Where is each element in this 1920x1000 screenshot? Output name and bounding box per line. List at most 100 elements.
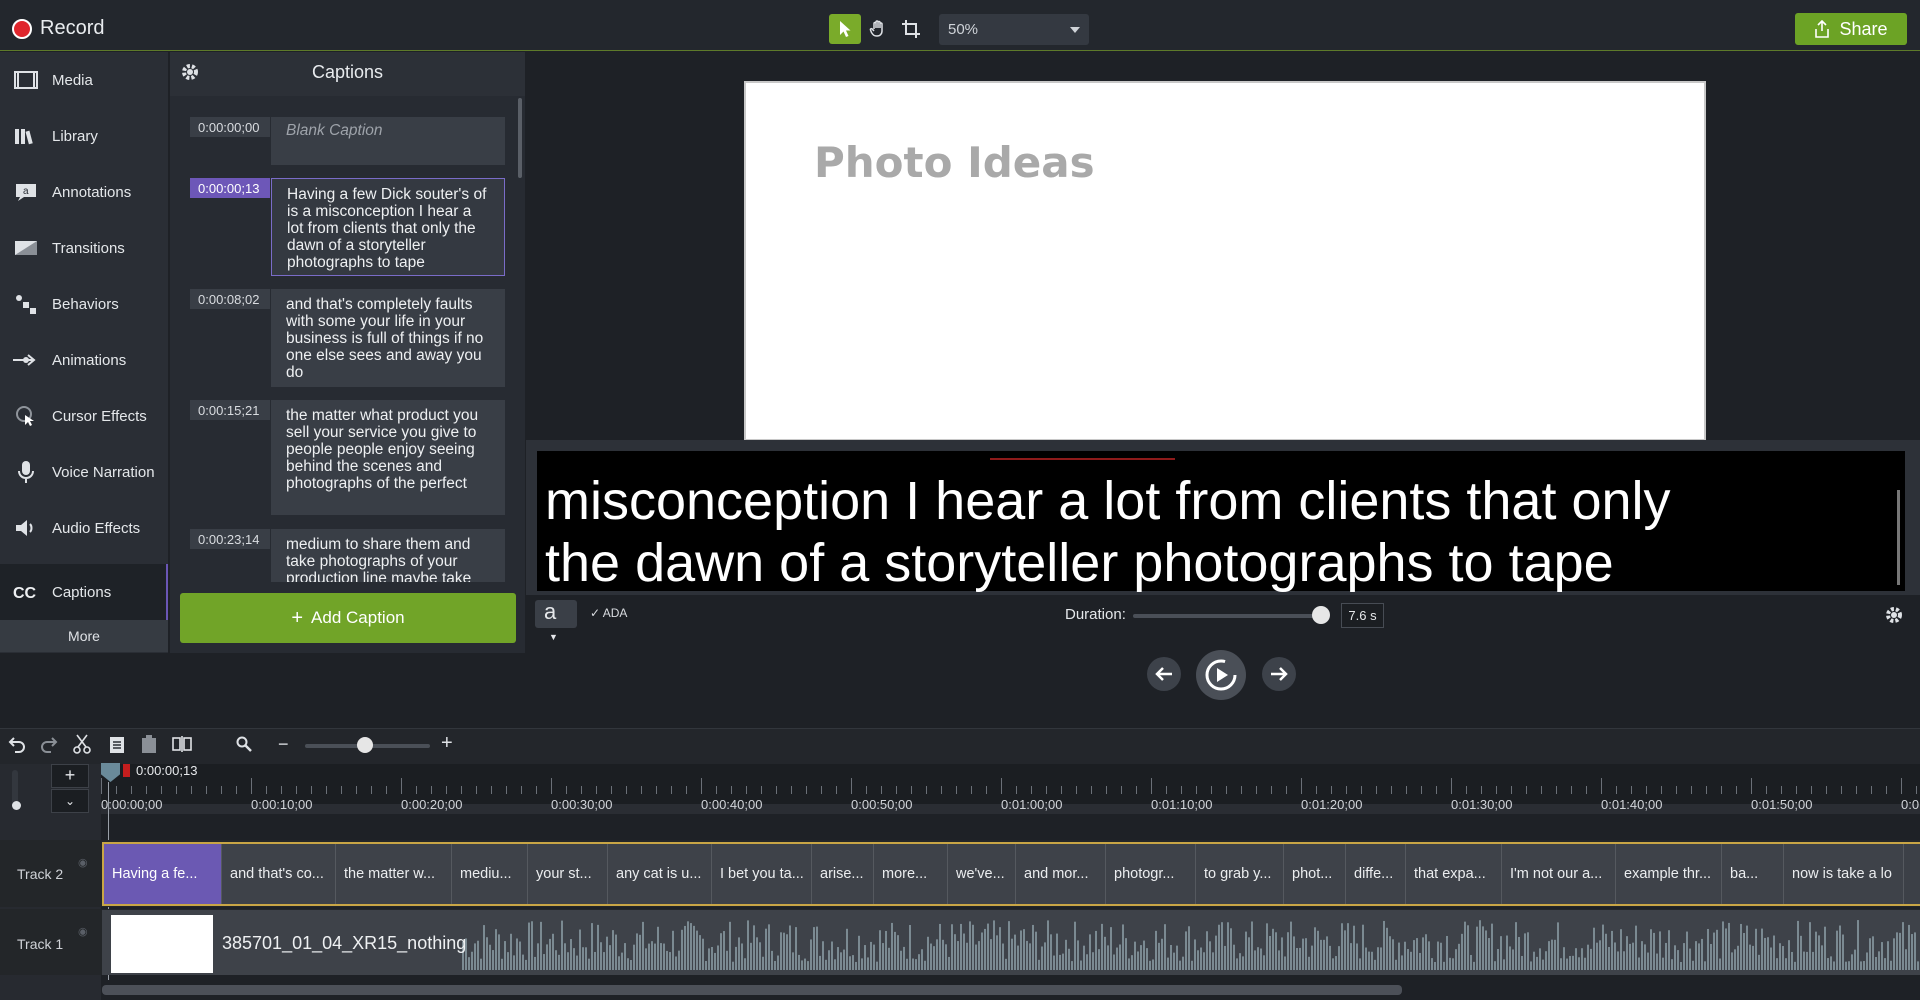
zoom-in-icon[interactable]: +: [441, 732, 453, 755]
caption-clip[interactable]: we've...: [948, 844, 1016, 904]
ada-toggle[interactable]: ✓ ADA: [590, 606, 627, 620]
rail-item-animations[interactable]: Animations: [0, 332, 168, 388]
playhead-indicator: [123, 764, 130, 777]
hand-icon: [869, 20, 883, 37]
caption-clip[interactable]: phot...: [1284, 844, 1346, 904]
pointer-icon: [840, 21, 851, 37]
caption-clip[interactable]: your st...: [528, 844, 608, 904]
film-icon: [14, 71, 38, 89]
caption-text[interactable]: medium to share them and take photograph…: [271, 529, 505, 582]
ruler-label: 0:00:10;00: [251, 797, 313, 812]
rail-label: Voice Narration: [52, 463, 155, 481]
caption-timestamp[interactable]: 0:00:08;02: [190, 289, 270, 309]
duration-slider[interactable]: [1133, 614, 1323, 618]
copy-icon[interactable]: [108, 735, 126, 760]
rail-item-captions[interactable]: CC Captions: [0, 564, 168, 620]
rail-item-voice-narration[interactable]: Voice Narration: [0, 444, 168, 500]
caption-clip[interactable]: photogr...: [1106, 844, 1196, 904]
caption-timestamp[interactable]: 0:00:15;21: [190, 400, 270, 420]
gear-icon[interactable]: [1884, 605, 1904, 630]
undo-icon[interactable]: [8, 735, 26, 758]
share-button[interactable]: Share: [1795, 13, 1907, 45]
animation-arrow-icon: [13, 354, 36, 366]
collapse-tracks-button[interactable]: ⌄: [51, 789, 89, 813]
caption-text[interactable]: the matter what product you sell your se…: [271, 400, 505, 515]
track-height-handle[interactable]: [12, 801, 21, 810]
caption-clip[interactable]: more...: [874, 844, 948, 904]
ruler-label: 0:00:40;00: [701, 797, 763, 812]
rail-item-annotations[interactable]: a Annotations: [0, 164, 168, 220]
select-tool-button[interactable]: [829, 14, 861, 44]
ruler-label: 0:00:30;00: [551, 797, 613, 812]
eye-icon[interactable]: ◉: [78, 856, 88, 869]
rail-item-behaviors[interactable]: Behaviors: [0, 276, 168, 332]
rail-label: Behaviors: [52, 295, 119, 313]
search-icon[interactable]: [236, 736, 252, 757]
canvas-slide[interactable]: Photo Ideas: [744, 81, 1706, 441]
caption-clip[interactable]: I'm not our a...: [1502, 844, 1616, 904]
record-icon[interactable]: [12, 19, 32, 39]
split-icon[interactable]: [172, 736, 192, 757]
next-caption-button[interactable]: [1262, 657, 1296, 691]
play-loop-button[interactable]: [1196, 650, 1246, 700]
zoom-dropdown[interactable]: 50%: [939, 14, 1089, 45]
ruler-label: 0:01:00;00: [1001, 797, 1063, 812]
caption-text[interactable]: Having a few Dick souter's of is a misco…: [271, 178, 505, 276]
rail-item-transitions[interactable]: Transitions: [0, 220, 168, 276]
caption-clip[interactable]: now is take a lo: [1784, 844, 1904, 904]
pan-tool-button[interactable]: [862, 14, 894, 44]
caption-clip[interactable]: any cat is u...: [608, 844, 712, 904]
caption-clip[interactable]: that expa...: [1406, 844, 1502, 904]
caption-clip[interactable]: the matter w...: [336, 844, 452, 904]
ruler-label: 0:01:10;00: [1151, 797, 1213, 812]
caption-text[interactable]: Blank Caption: [271, 117, 505, 165]
caption-track[interactable]: Having a fe... and that's co... the matter…: [102, 842, 1920, 906]
add-caption-button[interactable]: + Add Caption: [180, 593, 516, 643]
caption-clip[interactable]: Having a fe...: [104, 844, 222, 904]
svg-text:a: a: [23, 186, 29, 197]
add-track-button[interactable]: +: [51, 764, 89, 788]
transition-icon: [15, 241, 37, 255]
ruler-label: 0:0: [1901, 797, 1920, 812]
caption-scrollbar[interactable]: [1897, 490, 1900, 585]
timeline-zoom-handle[interactable]: [357, 737, 373, 753]
eye-icon[interactable]: ◉: [78, 925, 88, 938]
caption-clip[interactable]: and that's co...: [222, 844, 336, 904]
cut-icon[interactable]: [73, 734, 91, 759]
rail-item-audio-effects[interactable]: Audio Effects: [0, 500, 168, 556]
rail-item-library[interactable]: Library: [0, 108, 168, 164]
caption-text[interactable]: and that's completely faults with some y…: [271, 289, 505, 387]
record-button-label[interactable]: Record: [40, 17, 104, 40]
library-icon: [15, 129, 33, 145]
clip-thumbnail: [111, 915, 213, 973]
captions-scrollbar[interactable]: [518, 98, 522, 178]
duration-input[interactable]: 7.6 s: [1341, 603, 1384, 628]
caption-clip[interactable]: to grab y...: [1196, 844, 1284, 904]
more-button[interactable]: More: [0, 620, 168, 652]
rail-label: Transitions: [52, 239, 125, 257]
caption-timestamp[interactable]: 0:00:00;00: [190, 117, 270, 137]
caption-clip[interactable]: arise...: [812, 844, 874, 904]
caption-clip[interactable]: mediu...: [452, 844, 528, 904]
caption-clip[interactable]: ba...: [1722, 844, 1784, 904]
rail-item-media[interactable]: Media: [0, 52, 168, 108]
previous-caption-button[interactable]: [1147, 657, 1181, 691]
caption-clip[interactable]: example thr...: [1616, 844, 1722, 904]
share-icon: [1815, 20, 1830, 38]
rail-label: Audio Effects: [52, 519, 141, 537]
rail-item-cursor-effects[interactable]: Cursor Effects: [0, 388, 168, 444]
duration-slider-handle[interactable]: [1312, 606, 1330, 624]
check-icon: ✓: [590, 606, 601, 620]
redo-icon[interactable]: [40, 735, 58, 758]
timeline-horizontal-scrollbar[interactable]: [102, 985, 1402, 995]
zoom-out-icon[interactable]: −: [278, 734, 289, 755]
caption-clip[interactable]: diffe...: [1346, 844, 1406, 904]
ruler-label: 0:01:40;00: [1601, 797, 1663, 812]
crop-tool-button[interactable]: [895, 14, 927, 44]
caption-timestamp[interactable]: 0:00:00;13: [190, 178, 270, 198]
caption-timestamp[interactable]: 0:00:23;14: [190, 529, 270, 549]
caption-clip[interactable]: I bet you ta...: [712, 844, 812, 904]
font-dropdown[interactable]: a ▼: [535, 600, 577, 642]
paste-icon[interactable]: [140, 734, 158, 759]
caption-clip[interactable]: and mor...: [1016, 844, 1106, 904]
